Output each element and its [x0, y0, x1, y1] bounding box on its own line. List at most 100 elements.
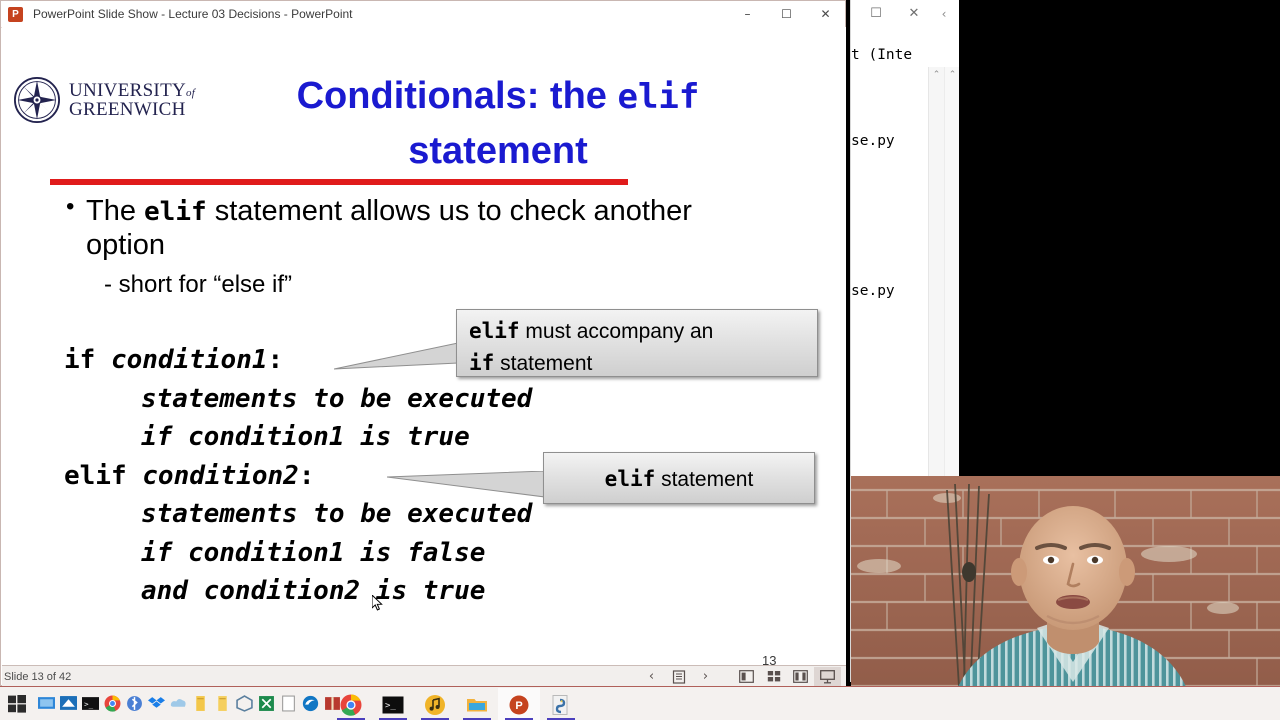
view-normal-button[interactable] — [733, 667, 760, 686]
notes-icon — [672, 669, 685, 684]
close-button[interactable]: ✕ — [806, 1, 845, 27]
view-slideshow-button[interactable] — [814, 667, 841, 686]
window-controls: – ☐ ✕ — [728, 1, 845, 27]
display-icon[interactable] — [38, 695, 55, 712]
network-icon[interactable] — [60, 695, 77, 712]
file-explorer-icon — [467, 698, 487, 711]
code-line: statements to be executed — [64, 380, 704, 419]
presenter-webcam[interactable] — [851, 476, 1280, 720]
bullet-text-a: The — [86, 195, 145, 227]
code-placeholder: and condition2 is true — [141, 576, 486, 606]
powerpoint-icon — [8, 6, 23, 22]
code-placeholder: statements to be executed — [141, 499, 533, 529]
media-player-icon — [425, 694, 445, 715]
notes-button[interactable] — [665, 667, 692, 686]
svg-text:>_: >_ — [385, 701, 396, 711]
cloud-icon[interactable] — [170, 695, 187, 712]
edge-icon[interactable] — [302, 695, 319, 712]
chrome-icon[interactable] — [104, 695, 121, 712]
idle-scroll-up-icon-2[interactable]: ⌃ — [945, 69, 959, 81]
start-button[interactable] — [8, 695, 26, 713]
bullet-item-sub: - short for “else if” — [104, 270, 293, 298]
callout-elif-statement: elif statement — [543, 452, 815, 504]
terminal-icon[interactable]: >_ — [82, 695, 99, 712]
notes2-icon[interactable] — [214, 695, 231, 712]
code-keyword: elif — [64, 460, 143, 491]
code-placeholder: condition1 — [110, 345, 268, 375]
previous-slide-button[interactable]: ‹ — [638, 667, 665, 686]
normal-view-icon — [739, 670, 754, 683]
idle-text-line-1: t (Inte — [851, 47, 913, 63]
slideshow-view-icon — [820, 669, 835, 683]
mouse-cursor — [372, 595, 383, 611]
chrome-icon — [340, 693, 362, 716]
idle-scroll-up-icon[interactable]: ⌃ — [929, 69, 944, 81]
callout-2-code-elif: elif — [604, 467, 656, 491]
powerpoint-window[interactable]: PowerPoint Slide Show - Lecture 03 Decis… — [0, 0, 846, 687]
code-punctuation: : — [267, 345, 284, 375]
slide-canvas[interactable]: UNIVERSITYof GREENWICH Conditionals: the… — [2, 27, 846, 665]
next-slide-button[interactable]: › — [692, 667, 719, 686]
slide-title: Conditionals: the elif statement — [238, 69, 758, 179]
taskbar-app-terminal[interactable]: >_ — [372, 688, 414, 720]
document-icon[interactable] — [280, 695, 297, 712]
bluetooth-icon[interactable] — [126, 695, 143, 712]
slide-number: 13 — [762, 653, 777, 665]
idle-close-button[interactable]: ✕ — [901, 3, 927, 25]
code-placeholder: if condition1 is false — [141, 537, 486, 568]
idle-chevron-icon[interactable]: ‹ — [931, 3, 957, 25]
taskbar-app-powerpoint[interactable]: P — [498, 688, 540, 720]
webcam-video — [851, 476, 1280, 720]
idle-maximize-button[interactable]: ☐ — [863, 3, 889, 25]
svg-text:>_: >_ — [84, 700, 93, 709]
logo-line-1: UNIVERSITY — [69, 80, 186, 101]
box-icon[interactable] — [236, 695, 253, 712]
dropbox-icon[interactable] — [148, 695, 165, 712]
view-reading-button[interactable] — [787, 667, 814, 686]
idle-titlebar: ☐ ✕ ‹ — [851, 0, 959, 30]
reading-view-icon — [793, 670, 808, 683]
bullet-list: The elif statement allows us to check an… — [60, 193, 740, 299]
logo-line-2: GREENWICH — [69, 99, 186, 120]
minimize-button[interactable]: – — [728, 1, 767, 27]
view-controls: ‹ › — [638, 666, 841, 687]
code-placeholder: if condition1 is true — [141, 422, 470, 452]
code-line: if condition1 is false — [64, 534, 704, 573]
taskbar-apps: >_ P — [330, 688, 582, 720]
code-punctuation: : — [298, 460, 315, 491]
terminal-icon: >_ — [382, 696, 404, 713]
screen: ☐ ✕ ‹ t (Inte se.py se.py ⌃ ⌃ PowerPoint… — [0, 0, 1280, 720]
idle-text-line-3: se.py — [851, 283, 895, 299]
taskbar-app-explorer[interactable] — [456, 688, 498, 720]
code-placeholder: statements to be executed — [141, 383, 533, 414]
taskbar-app-media[interactable] — [414, 688, 456, 720]
notes-icon[interactable] — [192, 695, 209, 712]
powerpoint-titlebar[interactable]: PowerPoint Slide Show - Lecture 03 Decis… — [1, 1, 845, 28]
code-line: and condition2 is true — [64, 572, 704, 611]
idle-text-line-2: se.py — [851, 133, 895, 149]
callout-elif-must-accompany: elif must accompany an if statement — [456, 309, 818, 377]
bullet-item-primary: The elif statement allows us to check an… — [60, 193, 740, 263]
callout-1-text-2: statement — [494, 351, 593, 375]
title-divider-rule — [50, 179, 628, 185]
compass-rose-icon — [14, 77, 60, 123]
logo-of: of — [186, 87, 196, 99]
system-tray-icons: >_ — [38, 695, 341, 712]
callout-1-text-1: must accompany an — [519, 320, 714, 343]
windows-taskbar[interactable]: >_ >_ P — [0, 686, 1280, 720]
view-sorter-button[interactable] — [760, 667, 787, 686]
slide-title-part1: Conditionals: the — [296, 75, 618, 117]
slide-count-label: Slide 13 of 42 — [4, 670, 72, 683]
powerpoint-icon: P — [509, 695, 529, 714]
taskbar-app-chrome[interactable] — [330, 688, 372, 720]
slide-sorter-icon — [767, 671, 780, 682]
code-line: if condition1 is true — [64, 418, 704, 457]
excel-icon[interactable] — [258, 695, 275, 712]
taskbar-app-python[interactable] — [540, 688, 582, 720]
maximize-button[interactable]: ☐ — [767, 1, 806, 27]
slide-title-code: elif — [617, 77, 700, 117]
callout-1-code-if: if — [469, 350, 495, 375]
svg-text:P: P — [515, 700, 522, 712]
university-logo: UNIVERSITYof GREENWICH — [14, 77, 195, 123]
callout-1-code-elif: elif — [469, 319, 520, 343]
